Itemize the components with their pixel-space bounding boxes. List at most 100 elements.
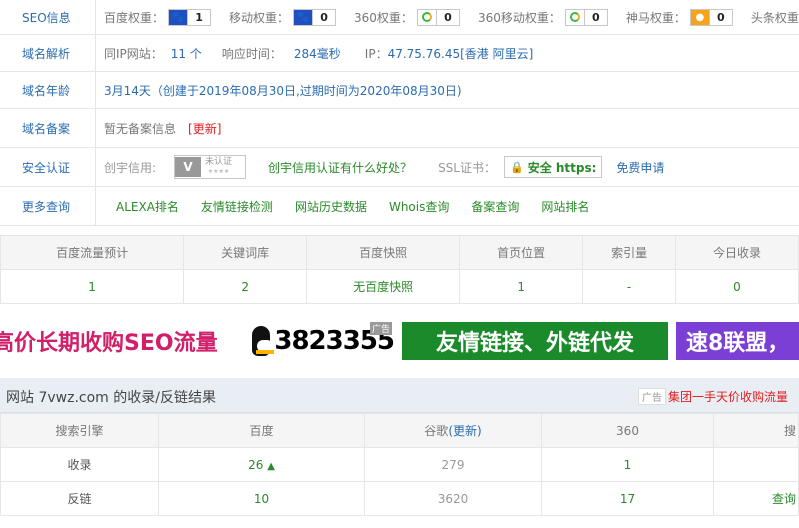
sogou-index-value[interactable] xyxy=(713,447,799,482)
security-label: 安全认证 xyxy=(0,148,96,186)
baidu-weight-label: 百度权重： xyxy=(104,10,165,25)
ad-banner-seo[interactable]: 高价长期收购SEO流量 xyxy=(0,322,250,360)
baidu-index-cell[interactable]: 26 ▲ xyxy=(158,447,365,482)
beian-text: 暂无备案信息 xyxy=(104,121,177,136)
baidu-paw-icon: 🐾 xyxy=(169,9,188,25)
result-header-google: 谷歌(更新) xyxy=(364,413,542,448)
resolve-values: 同IP网站： 11 个 响应时间： 284毫秒 IP： 47.75.76.45[… xyxy=(104,35,533,71)
lock-icon: 🔒 xyxy=(509,160,524,174)
same-ip-label: 同IP网站： xyxy=(104,46,163,61)
result-header-sogou: 搜 xyxy=(713,413,799,448)
history-data-link[interactable]: 网站历史数据 xyxy=(295,198,367,215)
security-row: 安全认证 创宇信用: V 未认证 ★★★★ 创宇信用认证有什么好处？ SSL证书… xyxy=(0,148,799,187)
ssl-badge[interactable]: 🔒 安全 https: xyxy=(503,156,603,178)
ssl-label: SSL证书： xyxy=(438,160,496,175)
baidu-backlink-value[interactable]: 10 xyxy=(158,481,365,516)
result-ad-link[interactable]: 集团一手天价收购流量 xyxy=(668,388,788,405)
ad-banner-links[interactable]: 友情链接、外链代发 xyxy=(402,322,668,360)
result-header-360: 360 xyxy=(541,413,714,448)
shenma-weight-label: 神马权重： xyxy=(625,10,686,25)
response-value: 284毫秒 xyxy=(293,46,341,61)
360-icon xyxy=(566,10,584,25)
site-rank-link[interactable]: 网站排名 xyxy=(541,198,589,215)
360-index-value[interactable]: 1 xyxy=(541,447,714,482)
more-row: 更多查询 ALEXA排名 友情链接检测 网站历史数据 Whois查询 备案查询 … xyxy=(0,187,799,226)
weights: 百度权重： 🐾 1 移动权重： 🐾 0 360权重： 0 360移动权重： 0 … xyxy=(104,0,799,34)
mobile-weight-badge[interactable]: 🐾 0 xyxy=(293,8,337,26)
shenma-weight-value: 0 xyxy=(708,9,732,25)
ad-banner-strip: 高价长期收购SEO流量 3823355 广告 友情链接、外链代发 速8联盟， xyxy=(0,322,799,360)
stat-header: 关键词库 xyxy=(183,235,308,270)
beian-update-link[interactable]: [更新] xyxy=(188,120,221,137)
result-section-header: 网站 7vwz.com 的收录/反链结果 广告 集团一手天价收购流量 xyxy=(0,378,799,413)
row-name: 收录 xyxy=(0,447,159,482)
shenma-weight-badge[interactable]: ● 0 xyxy=(689,8,733,26)
360-weight-label: 360权重： xyxy=(354,10,413,25)
stat-value[interactable]: 1 xyxy=(459,269,584,304)
same-ip-link[interactable]: 11 个 xyxy=(171,45,202,62)
ad-banner-seo-text: 高价长期收购SEO流量 xyxy=(0,331,218,356)
stat-header: 百度快照 xyxy=(306,235,461,270)
age-label: 域名年龄 xyxy=(0,72,96,108)
qq-penguin-icon xyxy=(252,326,274,356)
resolve-row: 域名解析 同IP网站： 11 个 响应时间： 284毫秒 IP： 47.75.7… xyxy=(0,35,799,72)
seo-row: SEO信息 百度权重： 🐾 1 移动权重： 🐾 0 360权重： 0 360移动… xyxy=(0,0,799,35)
response-label: 响应时间： xyxy=(221,46,282,61)
toutiao-weight-label: 头条权重： xyxy=(750,10,799,25)
chuangyu-badge-text: 未认证 xyxy=(205,157,233,167)
ad-banner-su8[interactable]: 速8联盟， xyxy=(676,322,799,360)
shield-v-icon: V xyxy=(175,157,202,177)
stat-header: 百度流量预计 xyxy=(0,235,185,270)
stat-value[interactable]: 0 xyxy=(675,269,799,304)
row-name: 反链 xyxy=(0,481,159,516)
stat-value[interactable]: 无百度快照 xyxy=(306,269,461,304)
age-row: 域名年龄 3月14天（创建于2019年08月30日,过期时间为2020年08月3… xyxy=(0,72,799,109)
beian-query-link[interactable]: 备案查询 xyxy=(471,198,519,215)
stat-header: 今日收录 xyxy=(675,235,799,270)
result-table: 搜索引擎 百度 谷歌(更新) 360 搜 收录 26 ▲ 279 1 反链 10… xyxy=(0,413,799,516)
baidu-weight-value: 1 xyxy=(187,9,210,25)
ad-banner-tag: 广告 xyxy=(369,322,392,335)
friend-link-check[interactable]: 友情链接检测 xyxy=(201,198,273,215)
beian-row: 域名备案 暂无备案信息 [更新] xyxy=(0,109,799,148)
result-header-engine: 搜索引擎 xyxy=(0,413,159,448)
beian-label: 域名备案 xyxy=(0,109,96,147)
360-icon xyxy=(418,10,436,25)
360-mobile-weight-label: 360移动权重： xyxy=(477,10,561,25)
ad-banner-links-text: 友情链接、外链代发 xyxy=(435,331,634,356)
stat-header: 索引量 xyxy=(582,235,676,270)
stat-header: 首页位置 xyxy=(459,235,584,270)
whois-link[interactable]: Whois查询 xyxy=(389,198,449,215)
alexa-link[interactable]: ALEXA排名 xyxy=(116,198,179,215)
360-backlink-value[interactable]: 17 xyxy=(541,481,714,516)
result-title: 网站 7vwz.com 的收录/反链结果 xyxy=(6,390,216,406)
google-backlink-value: 3620 xyxy=(364,481,542,516)
chuangyu-badge[interactable]: V 未认证 ★★★★ xyxy=(174,155,247,179)
seo-label: SEO信息 xyxy=(0,0,96,34)
free-apply-link[interactable]: 免费申请 xyxy=(616,159,664,176)
360-mobile-weight-badge[interactable]: 0 xyxy=(564,8,608,26)
360-weight-value: 0 xyxy=(435,9,459,25)
sogou-backlink-link[interactable]: 查询 xyxy=(713,481,799,516)
chuangyu-benefit-link[interactable]: 创宇信用认证有什么好处？ xyxy=(268,159,412,176)
result-ad-tag: 广告 xyxy=(638,388,666,405)
baidu-paw-icon: 🐾 xyxy=(294,9,313,25)
baidu-index-value: 26 xyxy=(248,457,264,472)
result-header-baidu: 百度 xyxy=(158,413,365,448)
resolve-label: 域名解析 xyxy=(0,35,96,71)
ssl-badge-text: 安全 https: xyxy=(527,160,597,175)
more-label: 更多查询 xyxy=(0,187,96,225)
table-row: 反链 10 3620 17 查询 xyxy=(0,481,799,516)
mobile-weight-value: 0 xyxy=(312,9,335,25)
google-update-link[interactable]: (更新) xyxy=(448,424,481,438)
ip-link[interactable]: 47.75.76.45[香港 阿里云] xyxy=(388,45,534,62)
stat-value[interactable]: 1 xyxy=(0,269,185,304)
baidu-weight-badge[interactable]: 🐾 1 xyxy=(168,8,212,26)
ad-banner-qq[interactable]: 3823355 广告 xyxy=(252,322,394,360)
arrow-up-icon: ▲ xyxy=(267,460,275,472)
baidu-stats-table: 百度流量预计 关键词库 百度快照 首页位置 索引量 今日收录 1 2 无百度快照… xyxy=(0,235,799,304)
360-weight-badge[interactable]: 0 xyxy=(416,8,460,26)
stat-value[interactable]: 2 xyxy=(183,269,308,304)
stat-value[interactable]: - xyxy=(582,269,676,304)
table-row: 收录 26 ▲ 279 1 xyxy=(0,447,799,482)
